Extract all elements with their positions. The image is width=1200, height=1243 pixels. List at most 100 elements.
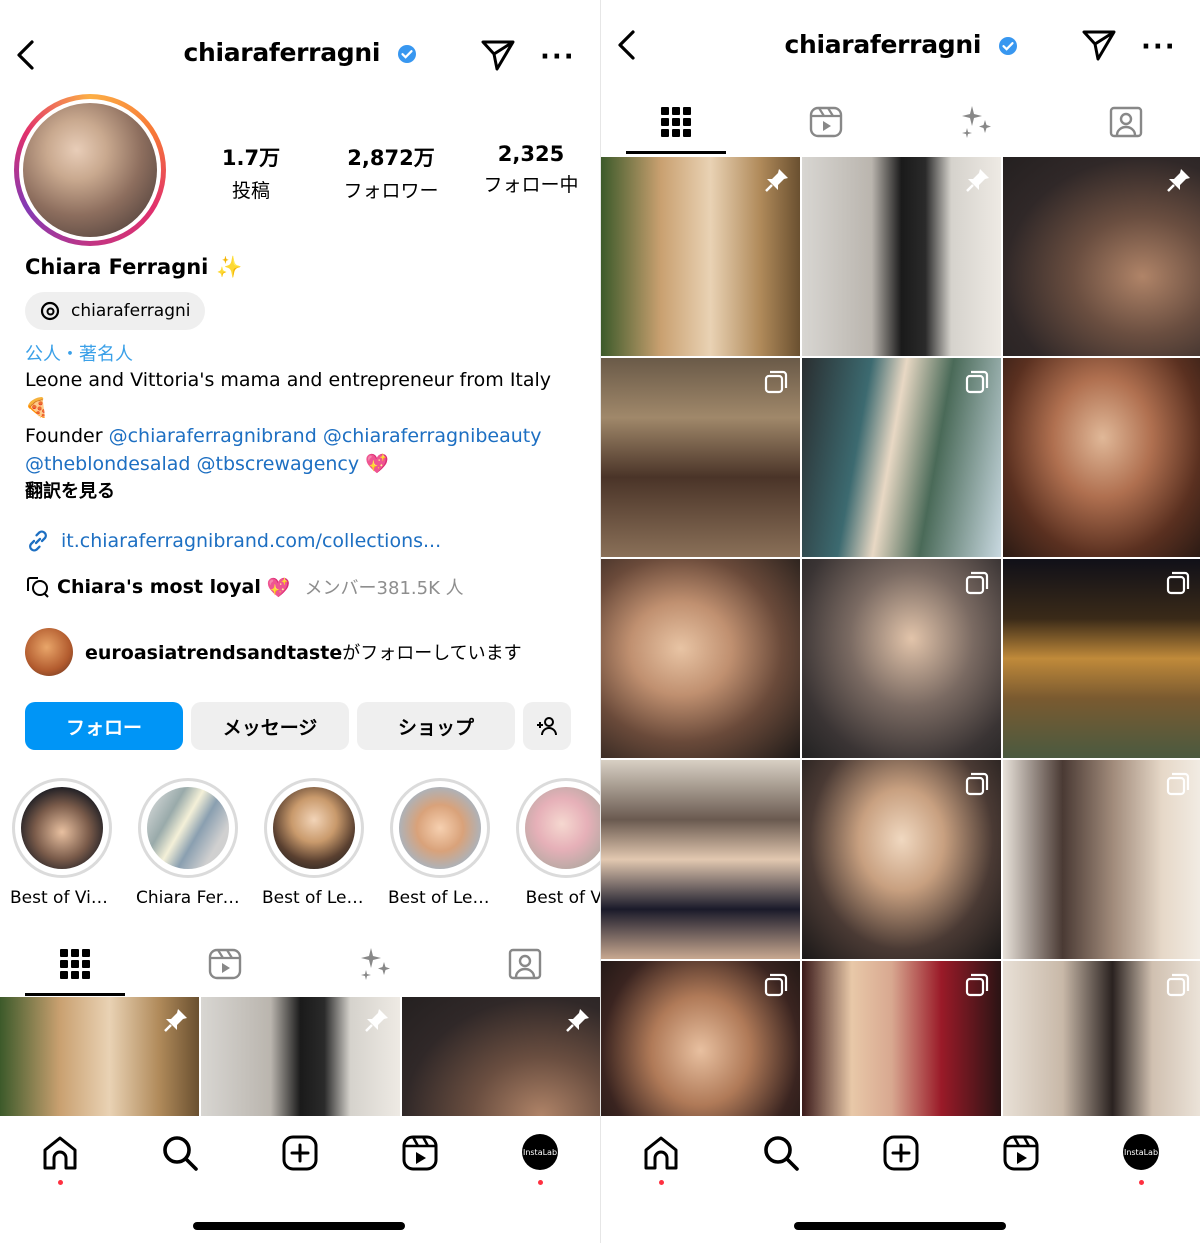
tab-posts-grid[interactable] xyxy=(601,90,751,154)
profile-link[interactable]: it.chiaraferragnibrand.com/collections..… xyxy=(25,528,441,554)
carousel-icon xyxy=(965,370,989,394)
threads-icon xyxy=(40,301,60,321)
bottom-navigation: InstaLab xyxy=(0,1116,600,1243)
profile-avatar-story-ring[interactable] xyxy=(14,94,166,246)
follower-avatar xyxy=(25,628,73,676)
chat-bubbles-icon xyxy=(27,577,49,598)
tab-collabs[interactable] xyxy=(901,90,1051,154)
followed-by-text: がフォローしています xyxy=(342,643,522,664)
post-thumbnail[interactable] xyxy=(802,760,1001,959)
highlight-cover xyxy=(273,787,355,869)
profile-url: it.chiaraferragnibrand.com/collections..… xyxy=(61,530,442,552)
sparkle-icon: ✨ xyxy=(216,255,243,279)
post-thumbnail[interactable] xyxy=(1003,559,1200,758)
search-icon xyxy=(764,1136,799,1171)
post-thumbnail[interactable] xyxy=(601,358,800,557)
home-icon xyxy=(644,1136,678,1170)
profile-category: 公人・著名人 xyxy=(25,344,133,365)
story-highlights: Best of Vitt... Chiara Ferr... Best of L… xyxy=(10,778,600,908)
tab-reels[interactable] xyxy=(150,932,300,996)
display-name: Chiara Ferragni ✨ xyxy=(25,255,243,279)
highlight-cover xyxy=(525,787,600,869)
bio-mention-link[interactable]: @tbscrewagency xyxy=(197,453,360,475)
stat-followers[interactable]: 2,872万 フォロワー xyxy=(316,142,466,203)
post-thumbnail[interactable] xyxy=(601,559,800,758)
highlight-cover xyxy=(399,787,481,869)
send-message-icon[interactable] xyxy=(1081,28,1117,62)
pin-icon xyxy=(566,1009,589,1032)
highlight-item[interactable]: Best of Leo... xyxy=(388,778,492,908)
pin-icon xyxy=(1167,169,1190,192)
post-thumbnail[interactable] xyxy=(1003,157,1200,356)
tab-collabs[interactable] xyxy=(300,932,450,996)
nav-create[interactable] xyxy=(871,1134,931,1194)
tab-posts-grid[interactable] xyxy=(0,932,150,996)
nav-create[interactable] xyxy=(270,1134,330,1194)
nav-reels[interactable] xyxy=(991,1134,1051,1194)
carousel-icon xyxy=(1166,772,1190,796)
threads-badge[interactable]: chiaraferragni xyxy=(25,292,205,330)
post-thumbnail[interactable] xyxy=(601,760,800,959)
nav-home[interactable] xyxy=(30,1134,90,1194)
carousel-icon xyxy=(764,370,788,394)
send-message-icon[interactable] xyxy=(480,38,516,72)
bio-founder: Founder xyxy=(25,425,103,447)
highlight-item[interactable]: Chiara Ferr... xyxy=(136,778,240,908)
carousel-icon xyxy=(1166,973,1190,997)
bio-mention-link[interactable]: @chiaraferragnibeauty xyxy=(323,425,542,447)
profile-avatar: InstaLab xyxy=(522,1134,558,1170)
tab-tagged[interactable] xyxy=(1051,90,1200,154)
reels-icon xyxy=(402,1135,438,1171)
post-thumbnail[interactable] xyxy=(802,157,1001,356)
stat-value: 2,325 xyxy=(497,142,565,166)
shop-button[interactable]: ショップ xyxy=(357,702,515,750)
highlight-item[interactable]: Best of Vi xyxy=(514,778,600,908)
tab-tagged[interactable] xyxy=(450,932,600,996)
reels-icon xyxy=(1003,1135,1039,1171)
tab-reels[interactable] xyxy=(751,90,901,154)
bio-mention-link[interactable]: @theblondesalad xyxy=(25,453,190,475)
nav-search[interactable] xyxy=(150,1134,210,1194)
avatar xyxy=(23,103,157,237)
followed-by[interactable]: euroasiatrendsandtasteがフォローしています xyxy=(25,628,522,676)
pizza-emoji: 🍕 xyxy=(25,397,49,419)
highlight-cover xyxy=(21,787,103,869)
post-thumbnail[interactable] xyxy=(802,358,1001,557)
more-options-icon[interactable]: ··· xyxy=(540,42,576,72)
broadcast-channel[interactable]: Chiara's most loyal 💖 メンバー381.5K 人 xyxy=(25,574,464,600)
more-options-icon[interactable]: ··· xyxy=(1141,32,1177,62)
post-thumbnail[interactable] xyxy=(802,559,1001,758)
post-thumbnail[interactable] xyxy=(1003,760,1200,959)
nav-home[interactable] xyxy=(631,1134,691,1194)
follow-button[interactable]: フォロー xyxy=(25,702,183,750)
heart-emoji: 💖 xyxy=(266,576,291,599)
stat-following[interactable]: 2,325 フォロー中 xyxy=(466,142,596,203)
pin-icon xyxy=(765,169,788,192)
highlight-item[interactable]: Best of Leo... xyxy=(262,778,366,908)
carousel-icon xyxy=(764,973,788,997)
highlight-label: Best of Leo... xyxy=(262,888,366,908)
reels-icon xyxy=(208,948,242,980)
nav-reels[interactable] xyxy=(390,1134,450,1194)
carousel-icon xyxy=(965,571,989,595)
stat-label: フォロワー xyxy=(343,180,439,202)
stat-posts[interactable]: 1.7万 投稿 xyxy=(186,142,316,203)
threads-handle: chiaraferragni xyxy=(71,301,191,321)
highlight-item[interactable]: Best of Vitt... xyxy=(10,778,114,908)
post-thumbnail[interactable] xyxy=(601,157,800,356)
nav-search[interactable] xyxy=(751,1134,811,1194)
notification-dot xyxy=(1138,1180,1144,1185)
right-grid-screen: chiaraferragni ··· InstaLab xyxy=(600,0,1200,1243)
see-translation-link[interactable]: 翻訳を見る xyxy=(25,478,585,506)
notification-dot xyxy=(658,1180,664,1185)
bio-mention-link[interactable]: @chiaraferragnibrand xyxy=(109,425,317,447)
profile-tabs xyxy=(0,932,600,996)
highlight-label: Chiara Ferr... xyxy=(136,888,240,908)
suggest-users-button[interactable] xyxy=(523,702,571,750)
create-post-icon xyxy=(282,1135,318,1171)
message-button[interactable]: メッセージ xyxy=(191,702,349,750)
bottom-navigation: InstaLab xyxy=(601,1116,1200,1243)
nav-profile[interactable]: InstaLab xyxy=(1111,1134,1171,1194)
nav-profile[interactable]: InstaLab xyxy=(510,1134,570,1194)
post-thumbnail[interactable] xyxy=(1003,358,1200,557)
